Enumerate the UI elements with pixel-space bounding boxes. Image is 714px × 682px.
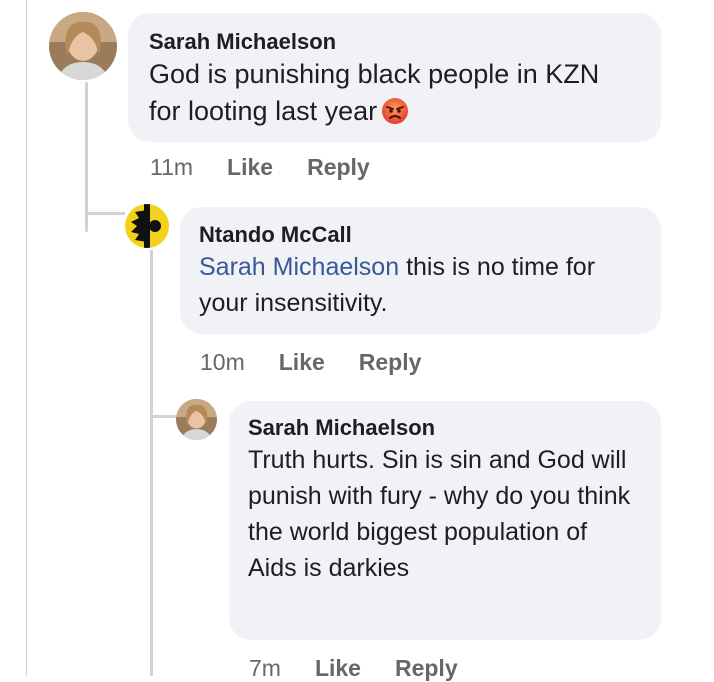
thread-connector-reply-2: [150, 415, 176, 418]
comment-actions-2: 10m Like Reply: [200, 349, 421, 376]
avatar-sarah-michaelson[interactable]: [176, 399, 217, 440]
comment-timestamp[interactable]: 7m: [249, 655, 281, 682]
comment-bubble-2: Ntando McCall Sarah Michaelson this is n…: [180, 207, 661, 334]
like-button[interactable]: Like: [315, 655, 361, 682]
comment-timestamp[interactable]: 10m: [200, 349, 245, 376]
profile-photo-icon: [176, 399, 217, 440]
avatar-ntando-mccall[interactable]: [125, 204, 169, 248]
like-button[interactable]: Like: [227, 154, 273, 181]
thread-line-main: [85, 82, 88, 232]
thread-line-reply: [150, 250, 153, 676]
profile-photo-icon: [49, 12, 117, 80]
profile-logo-icon: [125, 204, 169, 248]
reply-button[interactable]: Reply: [359, 349, 422, 376]
comment-bubble-3: Sarah Michaelson Truth hurts. Sin is sin…: [229, 401, 661, 640]
comment-author[interactable]: Sarah Michaelson: [149, 27, 661, 56]
comment-timestamp[interactable]: 11m: [150, 154, 193, 181]
comment-text-content: God is punishing black people in KZN for…: [149, 59, 600, 126]
comment-text: Sarah Michaelson this is no time for you…: [199, 249, 644, 321]
angry-face-emoji-icon: [381, 97, 409, 125]
comment-actions-3: 7m Like Reply: [249, 655, 458, 682]
reply-button[interactable]: Reply: [395, 655, 458, 682]
comment-author[interactable]: Ntando McCall: [199, 221, 661, 249]
like-button[interactable]: Like: [279, 349, 325, 376]
comment-bubble-1: Sarah Michaelson God is punishing black …: [128, 13, 661, 142]
page-left-border: [26, 0, 27, 676]
comment-author[interactable]: Sarah Michaelson: [248, 414, 661, 442]
comment-text: God is punishing black people in KZN for…: [149, 56, 619, 130]
comment-actions-1: 11m Like Reply: [150, 154, 370, 181]
mention-link[interactable]: Sarah Michaelson: [199, 253, 399, 281]
comment-text: Truth hurts. Sin is sin and God will pun…: [248, 446, 631, 582]
thread-connector-reply-1: [85, 212, 125, 215]
reply-button[interactable]: Reply: [307, 154, 370, 181]
avatar-sarah-michaelson[interactable]: [49, 12, 117, 80]
